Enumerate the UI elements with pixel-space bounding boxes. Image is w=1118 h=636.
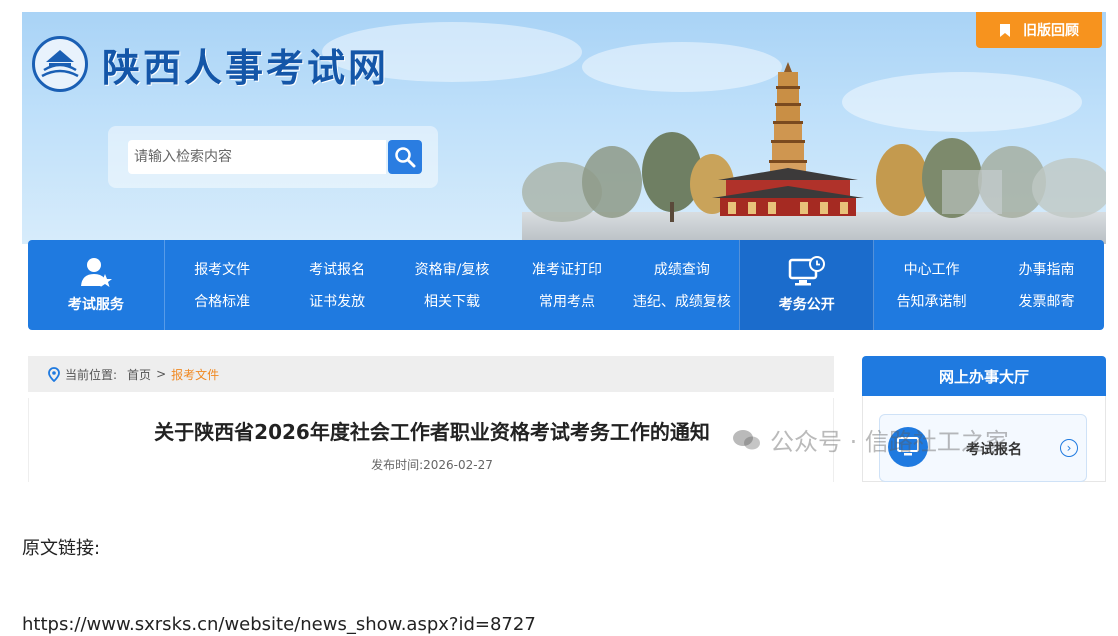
nav-column: 报考文件 合格标准 xyxy=(165,240,280,330)
nav-link-score-review[interactable]: 违纪、成绩复核 xyxy=(633,291,731,311)
nav-link-admission-ticket[interactable]: 准考证打印 xyxy=(532,259,602,279)
breadcrumb-separator: > xyxy=(156,367,167,381)
nav-column: 办事指南 发票邮寄 xyxy=(989,240,1104,330)
publish-time: 发布时间:2026-02-27 xyxy=(371,458,493,472)
bookmark-icon xyxy=(1000,23,1010,37)
breadcrumb-location-label: 当前位置: xyxy=(65,367,118,382)
source-link-url[interactable]: https://www.sxrsks.cn/website/news_show.… xyxy=(22,614,536,635)
watermark-text: 公众号 · 信路社工之家 xyxy=(770,428,1009,456)
nav-link-application-docs[interactable]: 报考文件 xyxy=(194,259,250,279)
pagoda-scenery-image xyxy=(522,62,1106,244)
nav-link-exam-sites[interactable]: 常用考点 xyxy=(539,291,595,311)
nav-exam-service[interactable]: 考试服务 xyxy=(28,240,165,330)
nav-link-score-query[interactable]: 成绩查询 xyxy=(654,259,710,279)
nav-column: 准考证打印 常用考点 xyxy=(510,240,625,330)
nav-link-notice-commitment[interactable]: 告知承诺制 xyxy=(897,291,967,311)
breadcrumb-current[interactable]: 报考文件 xyxy=(171,366,219,383)
user-star-icon xyxy=(80,258,112,287)
search-input[interactable] xyxy=(128,140,386,174)
old-version-button[interactable]: 旧版回顾 xyxy=(976,12,1102,48)
nav-link-pass-standard[interactable]: 合格标准 xyxy=(194,291,250,311)
header-banner: 陕西人事考试网 旧版回顾 xyxy=(22,12,1106,244)
nav-link-certificate-issue[interactable]: 证书发放 xyxy=(309,291,365,311)
nav-link-exam-registration[interactable]: 考试报名 xyxy=(309,259,365,279)
nav-exam-public[interactable]: 考务公开 xyxy=(739,240,875,330)
wechat-watermark: 公众号 · 信路社工之家 xyxy=(732,422,1009,457)
nav-exam-service-label: 考试服务 xyxy=(67,297,124,313)
site-title: 陕西人事考试网 xyxy=(102,44,390,90)
wechat-icon xyxy=(733,429,760,449)
nav-link-center-work[interactable]: 中心工作 xyxy=(904,259,960,279)
nav-link-service-guide[interactable]: 办事指南 xyxy=(1018,259,1074,279)
nav-link-invoice-mailing[interactable]: 发票邮寄 xyxy=(1018,291,1074,311)
nav-link-downloads[interactable]: 相关下载 xyxy=(424,291,480,311)
nav-column: 资格审/复核 相关下载 xyxy=(395,240,510,330)
nav-column: 中心工作 告知承诺制 xyxy=(874,240,989,330)
nav-column: 考试报名 证书发放 xyxy=(280,240,395,330)
old-version-label: 旧版回顾 xyxy=(1023,23,1079,39)
pagoda-emblem-icon xyxy=(32,36,88,92)
search-button[interactable] xyxy=(388,140,422,174)
article-panel: 关于陕西省2026年度社会工作者职业资格考试考务工作的通知 发布时间:2026-… xyxy=(28,398,834,482)
article-title: 关于陕西省2026年度社会工作者职业资格考试考务工作的通知 xyxy=(154,420,710,444)
breadcrumb: 当前位置: 首页 > 报考文件 xyxy=(28,356,834,392)
site-logo[interactable]: 陕西人事考试网 xyxy=(32,36,389,92)
breadcrumb-home-link[interactable]: 首页 xyxy=(127,366,151,383)
nav-link-qualification-review[interactable]: 资格审/复核 xyxy=(415,259,490,279)
source-link-label: 原文链接: xyxy=(22,538,101,559)
nav-exam-public-label: 考务公开 xyxy=(778,297,835,313)
main-navigation: 考试服务 报考文件 合格标准 考试报名 证书发放 资格审/复核 相关下载 准考证… xyxy=(28,240,1104,330)
search-panel xyxy=(108,126,438,188)
online-hall-heading: 网上办事大厅 xyxy=(862,356,1106,396)
location-pin-icon xyxy=(48,366,60,382)
nav-column: 成绩查询 违纪、成绩复核 xyxy=(624,240,739,330)
search-icon xyxy=(395,147,416,168)
chevron-right-circle-icon: › xyxy=(1060,439,1078,457)
screenshot-frame: 陕西人事考试网 旧版回顾 请输入检索内容 考试服务 报考文件 合格标准 考试报名… xyxy=(22,12,1106,482)
monitor-clock-icon xyxy=(788,256,825,286)
